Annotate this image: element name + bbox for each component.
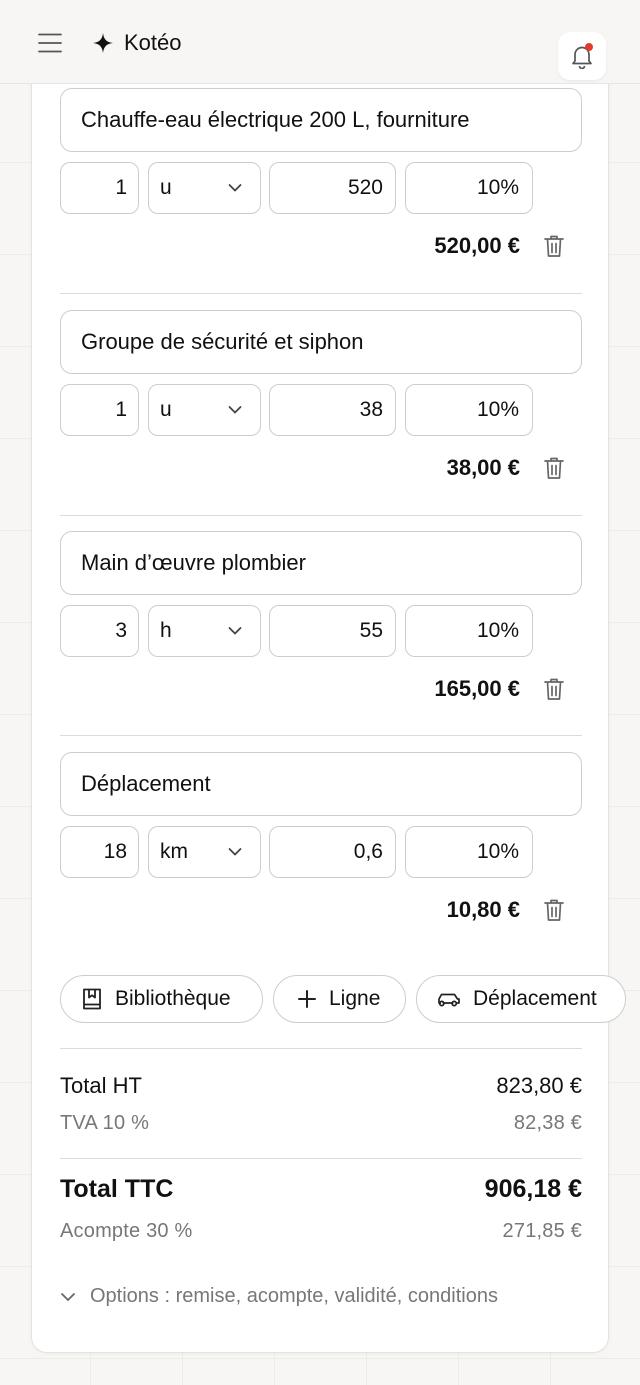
trash-icon[interactable] <box>542 455 566 481</box>
line-total: 520,00 € <box>434 233 520 258</box>
line-description-field[interactable]: Chauffe-eau électrique 200 L, fourniture <box>60 88 582 152</box>
summary-divider <box>60 1048 582 1049</box>
options-label: Options : remise, acompte, validité, con… <box>90 1285 498 1307</box>
quantity-field[interactable]: 1 <box>60 384 139 436</box>
line-divider <box>60 735 582 736</box>
chevron-down-icon <box>228 406 242 414</box>
total-ttc-row: Total TTC 906,18 € <box>60 1175 582 1204</box>
quote-line: Chauffe-eau électrique 200 L, fourniture… <box>60 88 582 273</box>
vat-rate-field[interactable]: 10% <box>405 605 533 657</box>
vat-rate-value: 10 <box>476 619 501 642</box>
chevron-down-icon <box>61 1292 75 1301</box>
notifications-button[interactable] <box>558 32 606 80</box>
unit-price-field[interactable]: 38 <box>269 384 396 436</box>
unit-value: u <box>160 398 172 421</box>
plus-icon <box>298 990 316 1008</box>
vat-label: TVA 10 % <box>60 1112 150 1134</box>
unit-select[interactable]: u <box>148 162 261 214</box>
vat-rate-field[interactable]: 10% <box>405 162 533 214</box>
total-ht-value: 823,80 € <box>496 1073 582 1098</box>
hamburger-menu-icon[interactable] <box>38 31 62 55</box>
add-line-button[interactable]: Ligne <box>273 975 406 1023</box>
deposit-label: Acompte 30 % <box>60 1220 193 1242</box>
quote-line: Main d’œuvre plombier 3 h 55 10% 165,00 … <box>60 531 582 716</box>
vat-percent-suffix: % <box>500 840 519 863</box>
total-ht-row: Total HT 823,80 € <box>60 1073 582 1099</box>
book-icon <box>83 988 101 1010</box>
total-ttc-value: 906,18 € <box>484 1175 582 1203</box>
unit-price-field[interactable]: 520 <box>269 162 396 214</box>
chevron-down-icon <box>228 627 242 635</box>
vat-rate-value: 10 <box>476 840 501 863</box>
vat-rate-field[interactable]: 10% <box>405 826 533 878</box>
options-toggle[interactable]: Options : remise, acompte, validité, con… <box>60 1285 498 1308</box>
unit-select[interactable]: h <box>148 605 261 657</box>
line-total: 10,80 € <box>446 897 520 922</box>
trash-icon[interactable] <box>542 897 566 923</box>
quantity-field[interactable]: 18 <box>60 826 139 878</box>
vat-percent-suffix: % <box>500 398 519 421</box>
vat-percent-suffix: % <box>500 176 519 199</box>
total-ttc-label: Total TTC <box>60 1175 174 1203</box>
brand[interactable]: Kotéo <box>92 28 182 58</box>
unit-price-field[interactable]: 55 <box>269 605 396 657</box>
brand-name: Kotéo <box>124 30 182 55</box>
summary-divider <box>60 1158 582 1159</box>
add-travel-button-label: Déplacement <box>473 987 597 1010</box>
notification-dot <box>585 43 593 51</box>
vat-rate-value: 10 <box>476 176 501 199</box>
add-travel-button[interactable]: Déplacement <box>416 975 626 1023</box>
sparkle-icon <box>93 33 113 53</box>
unit-value: u <box>160 176 172 199</box>
library-button-label: Bibliothèque <box>115 987 231 1010</box>
total-ht-label: Total HT <box>60 1073 142 1098</box>
unit-value: km <box>160 840 188 863</box>
quantity-field[interactable]: 3 <box>60 605 139 657</box>
library-button[interactable]: Bibliothèque <box>60 975 263 1023</box>
quantity-field[interactable]: 1 <box>60 162 139 214</box>
vat-value: 82,38 € <box>513 1112 582 1134</box>
car-icon <box>438 993 460 1007</box>
line-total: 38,00 € <box>446 455 520 480</box>
unit-select[interactable]: u <box>148 384 261 436</box>
vat-percent-suffix: % <box>500 619 519 642</box>
line-description-field[interactable]: Main d’œuvre plombier <box>60 531 582 595</box>
line-description-field[interactable]: Groupe de sécurité et siphon <box>60 310 582 374</box>
quote-line: Groupe de sécurité et siphon 1 u 38 10% … <box>60 310 582 495</box>
vat-rate-field[interactable]: 10% <box>405 384 533 436</box>
chevron-down-icon <box>228 184 242 192</box>
unit-price-field[interactable]: 0,6 <box>269 826 396 878</box>
unit-select[interactable]: km <box>148 826 261 878</box>
line-divider <box>60 293 582 294</box>
vat-rate-value: 10 <box>476 398 501 421</box>
chevron-down-icon <box>228 848 242 856</box>
deposit-value: 271,85 € <box>502 1220 582 1242</box>
trash-icon[interactable] <box>542 233 566 259</box>
trash-icon[interactable] <box>542 676 566 702</box>
line-divider <box>60 515 582 516</box>
quote-card: Chauffe-eau électrique 200 L, fourniture… <box>31 40 626 1353</box>
line-description-field[interactable]: Déplacement <box>60 752 582 816</box>
line-total: 165,00 € <box>434 676 520 701</box>
add-line-button-label: Ligne <box>329 987 381 1010</box>
vat-row: TVA 10 % 82,38 € <box>60 1112 582 1135</box>
quote-line: Déplacement 18 km 0,6 10% 10,80 € <box>60 752 582 937</box>
unit-value: h <box>160 619 172 642</box>
top-bar: Kotéo <box>0 0 640 84</box>
deposit-row: Acompte 30 % 271,85 € <box>60 1220 582 1243</box>
